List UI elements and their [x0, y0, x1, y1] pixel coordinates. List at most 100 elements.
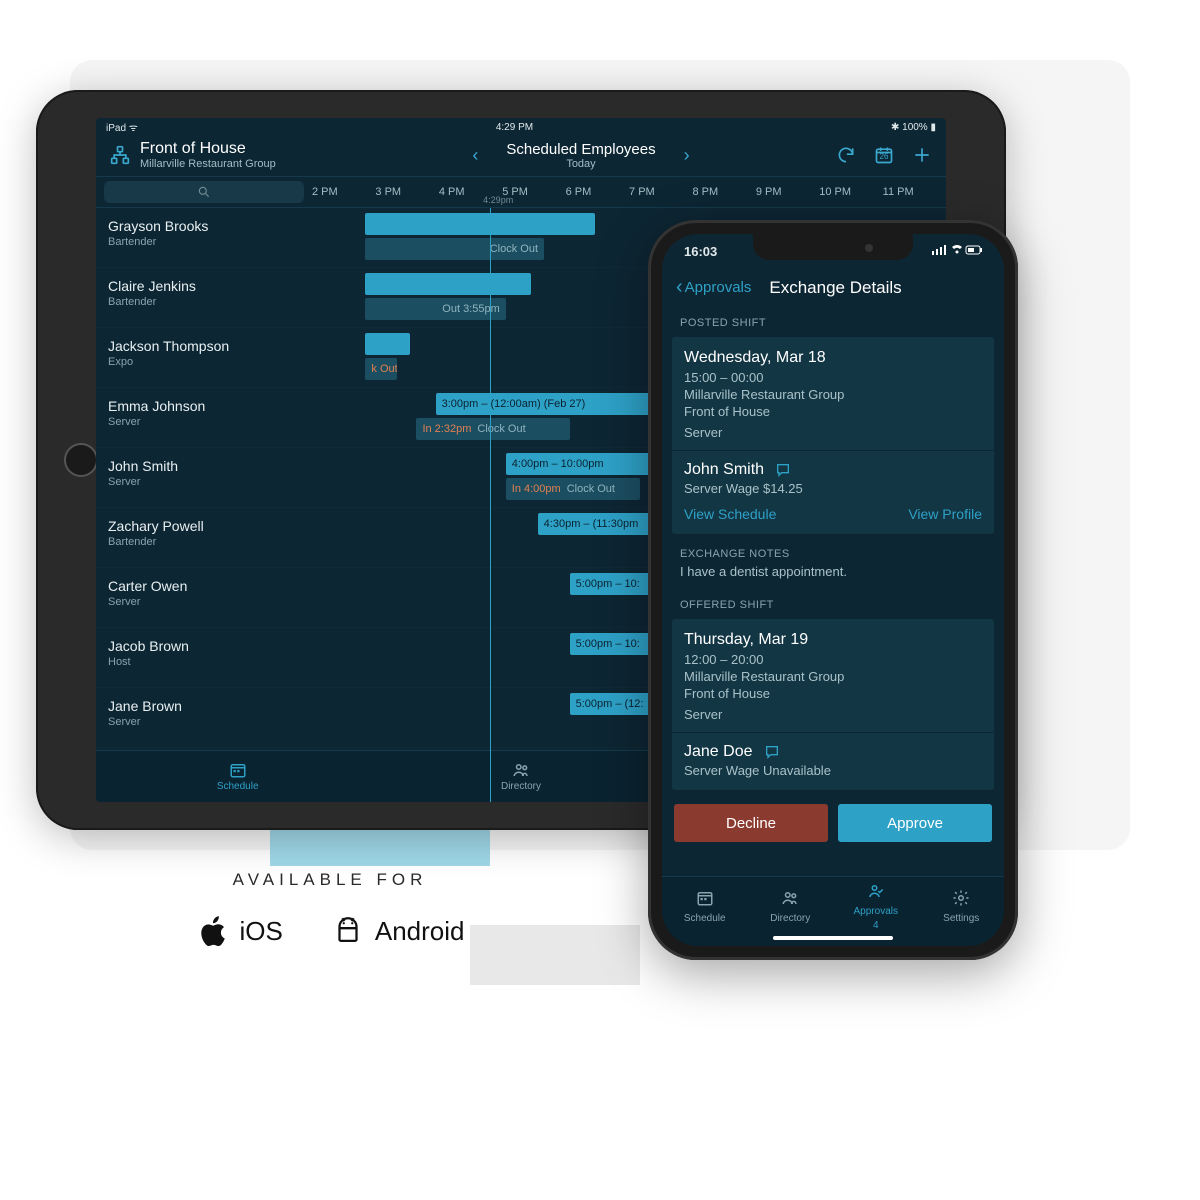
wage-text: Server Wage Unavailable — [684, 763, 982, 778]
employee-role: Bartender — [108, 536, 296, 548]
back-button[interactable]: ‹ Approvals — [676, 276, 751, 299]
tab-approvals[interactable]: Approvals4 — [833, 877, 919, 936]
divider — [672, 450, 994, 451]
tab-directory[interactable]: Directory — [379, 751, 662, 802]
header-location[interactable]: Front of House Millarville Restaurant Gr… — [140, 140, 340, 170]
decline-button[interactable]: Decline — [674, 804, 828, 842]
chevron-left-icon: ‹ — [676, 276, 683, 299]
hour-label: 8 PM — [692, 186, 755, 198]
timeline-header: 4:29pm 2 PM3 PM4 PM5 PM6 PM7 PM8 PM9 PM1… — [312, 177, 946, 207]
person-name: John Smith — [684, 461, 764, 479]
available-label: AVAILABLE FOR — [80, 870, 580, 890]
hour-label: 6 PM — [566, 186, 629, 198]
ipad-home-button[interactable] — [64, 443, 98, 477]
android-icon — [331, 914, 365, 948]
status-time: 4:29 PM — [496, 122, 533, 133]
prev-day-button[interactable]: ‹ — [466, 141, 484, 170]
tab-settings[interactable]: Settings — [919, 877, 1005, 936]
shift-bar[interactable] — [365, 213, 595, 235]
android-platform[interactable]: Android — [331, 914, 465, 948]
shift-org: Millarville Restaurant Group — [684, 387, 982, 402]
hour-label: 9 PM — [756, 186, 819, 198]
offered-shift-label: OFFERED SHIFT — [662, 591, 1004, 619]
view-subtitle: Today — [506, 158, 655, 170]
tab-directory[interactable]: Directory — [748, 877, 834, 936]
tab-label: Directory — [501, 781, 541, 792]
calendar-day: 26 — [874, 152, 894, 161]
back-label: Approvals — [685, 279, 752, 296]
header-center[interactable]: Scheduled Employees Today — [506, 141, 655, 170]
shift-date: Wednesday, Mar 18 — [684, 349, 982, 367]
employee-role: Bartender — [108, 296, 296, 308]
hour-label: 7 PM — [629, 186, 692, 198]
shift-role: Server — [684, 707, 982, 722]
view-profile-link[interactable]: View Profile — [908, 506, 982, 522]
chat-icon[interactable] — [774, 462, 792, 478]
status-left: iPad ᯤ — [106, 120, 138, 134]
exchange-notes: EXCHANGE NOTES I have a dentist appointm… — [662, 548, 1004, 591]
next-day-button[interactable]: › — [678, 141, 696, 170]
shift-bar[interactable]: k Out — [365, 358, 397, 380]
shift-bar[interactable] — [365, 333, 410, 355]
directory-icon — [780, 889, 800, 910]
approve-button[interactable]: Approve — [838, 804, 992, 842]
phone-nav-header: ‹ Approvals Exchange Details — [662, 270, 1004, 309]
add-icon[interactable] — [912, 145, 932, 165]
employee-name: John Smith — [108, 458, 296, 474]
home-indicator[interactable] — [773, 936, 893, 940]
schedule-icon — [228, 761, 248, 779]
tab-label: Directory — [770, 913, 810, 924]
shift-dept: Front of House — [684, 686, 982, 701]
chat-icon[interactable] — [763, 744, 781, 760]
employee-role: Server — [108, 416, 296, 428]
directory-icon — [511, 761, 531, 779]
tab-schedule[interactable]: Schedule — [96, 751, 379, 802]
employee-role: Host — [108, 656, 296, 668]
phone-device: 16:03 ‹ Approvals Exchange Details POSTE… — [648, 220, 1018, 960]
notes-label: EXCHANGE NOTES — [680, 548, 986, 560]
now-time-label: 4:29pm — [483, 195, 513, 205]
location-title: Front of House — [140, 140, 340, 158]
shift-bar[interactable]: In 4:00pm Clock Out — [506, 478, 640, 500]
screen-title: Exchange Details — [769, 278, 901, 298]
hour-label: 10 PM — [819, 186, 882, 198]
decision-buttons: Decline Approve — [662, 796, 1004, 848]
employee-role: Server — [108, 476, 296, 488]
phone-notch — [753, 234, 913, 260]
ios-label: iOS — [240, 916, 283, 947]
shift-bar[interactable] — [365, 273, 531, 295]
ipad-status-bar: iPad ᯤ 4:29 PM ✱ 100% ▮ — [96, 118, 946, 136]
employee-name: Jackson Thompson — [108, 338, 296, 354]
location-subtitle: Millarville Restaurant Group — [140, 158, 340, 170]
settings-icon — [951, 889, 971, 910]
refresh-icon[interactable] — [836, 145, 856, 165]
posted-shift-label: POSTED SHIFT — [662, 309, 1004, 337]
tab-label: Settings — [943, 913, 979, 924]
ipad-header: Front of House Millarville Restaurant Gr… — [96, 136, 946, 177]
search-input[interactable] — [104, 181, 304, 203]
org-tree-icon[interactable] — [110, 145, 130, 165]
divider — [672, 732, 994, 733]
available-for-section: AVAILABLE FOR iOS Android — [80, 870, 580, 948]
shift-time: 12:00 – 20:00 — [684, 652, 982, 667]
shift-bar[interactable]: In 2:32pm Clock Out — [416, 418, 569, 440]
tab-schedule[interactable]: Schedule — [662, 877, 748, 936]
tab-label: Schedule — [217, 781, 259, 792]
person-name: Jane Doe — [684, 743, 753, 761]
employee-role: Expo — [108, 356, 296, 368]
shift-date: Thursday, Mar 19 — [684, 631, 982, 649]
view-schedule-link[interactable]: View Schedule — [684, 506, 776, 522]
posted-shift-card: Wednesday, Mar 18 15:00 – 00:00 Millarvi… — [672, 337, 994, 534]
shift-bar[interactable]: Out 3:55pm — [365, 298, 505, 320]
wage-text: Server Wage $14.25 — [684, 481, 982, 496]
hour-label: 11 PM — [883, 186, 946, 198]
employee-role: Server — [108, 716, 296, 728]
ios-platform[interactable]: iOS — [196, 914, 283, 948]
hour-label: 3 PM — [375, 186, 438, 198]
employee-name: Jacob Brown — [108, 638, 296, 654]
calendar-icon[interactable]: 26 — [874, 145, 894, 165]
shift-bar[interactable]: Clock Out — [365, 238, 544, 260]
android-label: Android — [375, 916, 465, 947]
now-line — [490, 208, 491, 802]
employee-role: Server — [108, 596, 296, 608]
